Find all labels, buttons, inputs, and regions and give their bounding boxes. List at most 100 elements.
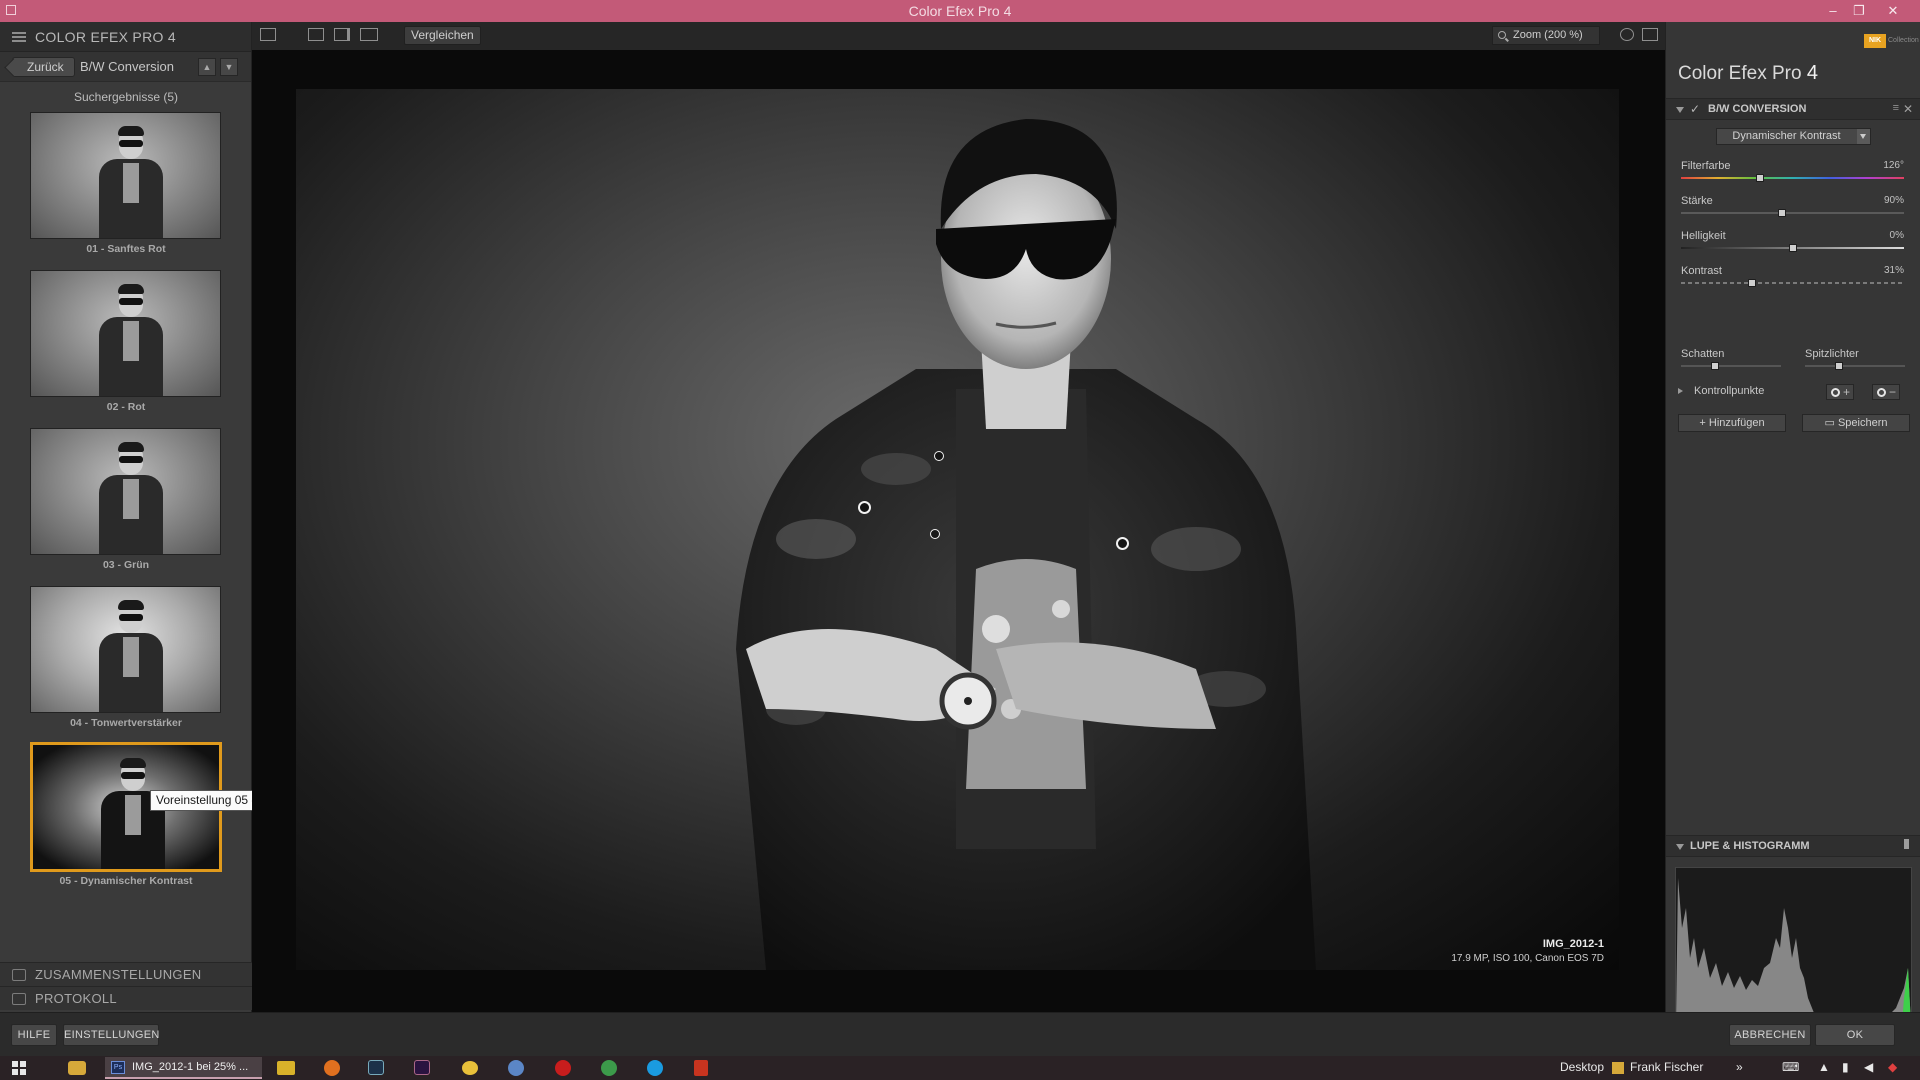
antivirus-icon[interactable]: ◆: [1888, 1060, 1897, 1074]
remove-filter-icon[interactable]: ✕: [1903, 102, 1913, 116]
pdf-icon[interactable]: [694, 1060, 708, 1076]
app-icon[interactable]: [277, 1061, 295, 1075]
highlights-slider[interactable]: Spitzlichter: [1805, 348, 1905, 370]
thumbnail-image: [99, 284, 163, 396]
history-icon: [12, 993, 26, 1005]
save-icon: ▭: [1824, 417, 1835, 429]
compositions-section[interactable]: ZUSAMMENSTELLUNGEN: [0, 962, 252, 986]
loupe-icon[interactable]: [1620, 28, 1634, 41]
zoom-control[interactable]: Zoom (200 %): [1492, 26, 1600, 45]
network-icon[interactable]: ▮: [1842, 1060, 1849, 1074]
expand-toolbar-icon[interactable]: »: [1736, 1060, 1743, 1074]
desktop-label[interactable]: Desktop: [1560, 1060, 1604, 1074]
skype-icon[interactable]: [647, 1060, 663, 1076]
chrome-icon[interactable]: [601, 1060, 617, 1076]
minimize-icon[interactable]: –: [1820, 1, 1846, 21]
photo[interactable]: IMG_2012-1 17.9 MP, ISO 100, Canon EOS 7…: [296, 89, 1619, 970]
slider-knob[interactable]: [1778, 209, 1786, 217]
preset-label: 04 - Tonwertverstärker: [70, 717, 182, 729]
dropdown-value: Dynamischer Kontrast: [1732, 130, 1841, 142]
preset-label: 03 - Grün: [102, 559, 150, 571]
section-label: PROTOKOLL: [35, 991, 117, 1006]
shadows-slider[interactable]: Schatten: [1681, 348, 1781, 370]
panel-toggle-icon[interactable]: [260, 28, 276, 41]
preset-dropdown[interactable]: Dynamischer Kontrast: [1716, 128, 1871, 145]
volume-icon[interactable]: ◀: [1864, 1060, 1873, 1074]
list-icon[interactable]: ≡: [1893, 102, 1899, 114]
preset-thumbnail-2[interactable]: [30, 270, 221, 397]
fullscreen-icon[interactable]: [1642, 28, 1658, 41]
slider-track: [1805, 365, 1905, 367]
cancel-button[interactable]: ABBRECHEN: [1729, 1024, 1811, 1046]
arrow-down-icon[interactable]: ▼: [220, 58, 238, 76]
filter-panel: NIK Collection Color Efex Pro 4 ✓ B/W CO…: [1665, 22, 1920, 1025]
preset-thumbnail-1[interactable]: [30, 112, 221, 239]
slider-filterfarbe[interactable]: Filterfarbe 126°: [1681, 160, 1904, 190]
slider-helligkeit[interactable]: Helligkeit 0%: [1681, 230, 1904, 260]
image-preview[interactable]: IMG_2012-1 17.9 MP, ISO 100, Canon EOS 7…: [252, 50, 1665, 1012]
checkmark-icon[interactable]: ✓: [1690, 102, 1700, 116]
filter-header[interactable]: ✓ B/W CONVERSION ≡ ✕: [1666, 98, 1920, 120]
user-label[interactable]: Frank Fischer: [1630, 1060, 1703, 1074]
browser-icon[interactable]: [508, 1060, 524, 1076]
slider-knob[interactable]: [1789, 244, 1797, 252]
search-results-label: Suchergebnisse (5): [73, 90, 179, 104]
menu-icon[interactable]: [12, 32, 26, 42]
thumbnail-image: [99, 126, 163, 238]
slider-knob[interactable]: [1748, 279, 1756, 287]
bottom-bar: HILFE EINSTELLUNGEN ABBRECHEN OK: [0, 1012, 1920, 1056]
control-point[interactable]: [930, 529, 940, 539]
add-button[interactable]: + Hinzufügen: [1678, 414, 1786, 432]
close-icon[interactable]: ✕: [1880, 1, 1906, 21]
slider-knob[interactable]: [1711, 362, 1719, 370]
view-toolbar: Vergleichen Zoom (200 %): [252, 22, 1665, 50]
control-point[interactable]: [1116, 537, 1129, 550]
folder-app-icon[interactable]: [462, 1061, 478, 1075]
split-view-icon[interactable]: [334, 28, 350, 41]
lightroom-icon[interactable]: [368, 1060, 384, 1075]
plus-icon: +: [1699, 417, 1706, 429]
image-meta: 17.9 MP, ISO 100, Canon EOS 7D: [1451, 953, 1604, 964]
taskbar-active-window[interactable]: Ps IMG_2012-1 bei 25% ...: [105, 1057, 262, 1079]
ok-button[interactable]: OK: [1815, 1024, 1895, 1046]
collapse-icon[interactable]: [1676, 844, 1684, 850]
add-control-point-button[interactable]: +: [1826, 384, 1854, 400]
subtract-control-point-button[interactable]: −: [1872, 384, 1900, 400]
file-explorer-icon[interactable]: [68, 1061, 86, 1075]
arrow-up-icon[interactable]: ▲: [198, 58, 216, 76]
preset-thumbnail-4[interactable]: [30, 586, 221, 713]
settings-button[interactable]: EINSTELLUNGEN: [63, 1024, 159, 1046]
slider-track: [1681, 177, 1904, 179]
panel-header: COLOR EFEX PRO 4: [0, 22, 251, 52]
pin-icon[interactable]: [1904, 839, 1909, 849]
help-button[interactable]: HILFE: [11, 1024, 57, 1046]
windows-start-icon[interactable]: [12, 1061, 26, 1075]
history-section[interactable]: PROTOKOLL: [0, 986, 252, 1010]
keyboard-icon[interactable]: ⌨: [1782, 1060, 1799, 1074]
slider-knob[interactable]: [1835, 362, 1843, 370]
nik-collection-logo: NIK Collection: [1864, 34, 1919, 48]
compare-button[interactable]: Vergleichen: [404, 26, 481, 45]
histogram-header[interactable]: LUPE & HISTOGRAMM: [1666, 835, 1920, 857]
chevron-down-icon: [1857, 129, 1870, 144]
save-button[interactable]: ▭ Speichern: [1802, 414, 1910, 432]
expand-icon[interactable]: [1678, 388, 1683, 394]
slider-staerke[interactable]: Stärke 90%: [1681, 195, 1904, 225]
firefox-icon[interactable]: [324, 1060, 340, 1076]
show-hidden-icons[interactable]: ▲: [1818, 1060, 1830, 1074]
slider-knob[interactable]: [1756, 174, 1764, 182]
single-view-icon[interactable]: [308, 28, 324, 41]
premiere-icon[interactable]: [414, 1060, 430, 1075]
histogram-title: LUPE & HISTOGRAMM: [1690, 840, 1810, 852]
back-button[interactable]: Zurück: [12, 57, 75, 77]
restore-icon[interactable]: ❐: [1846, 1, 1872, 21]
title-bar: Color Efex Pro 4 – ❐ ✕: [0, 0, 1920, 22]
slider-kontrast[interactable]: Kontrast 31%: [1681, 265, 1904, 295]
record-icon[interactable]: [555, 1060, 571, 1076]
control-point[interactable]: [934, 451, 944, 461]
control-point[interactable]: [858, 501, 871, 514]
side-by-side-icon[interactable]: [360, 28, 378, 41]
section-label: ZUSAMMENSTELLUNGEN: [35, 967, 202, 982]
collapse-icon[interactable]: [1676, 107, 1684, 113]
preset-thumbnail-3[interactable]: [30, 428, 221, 555]
